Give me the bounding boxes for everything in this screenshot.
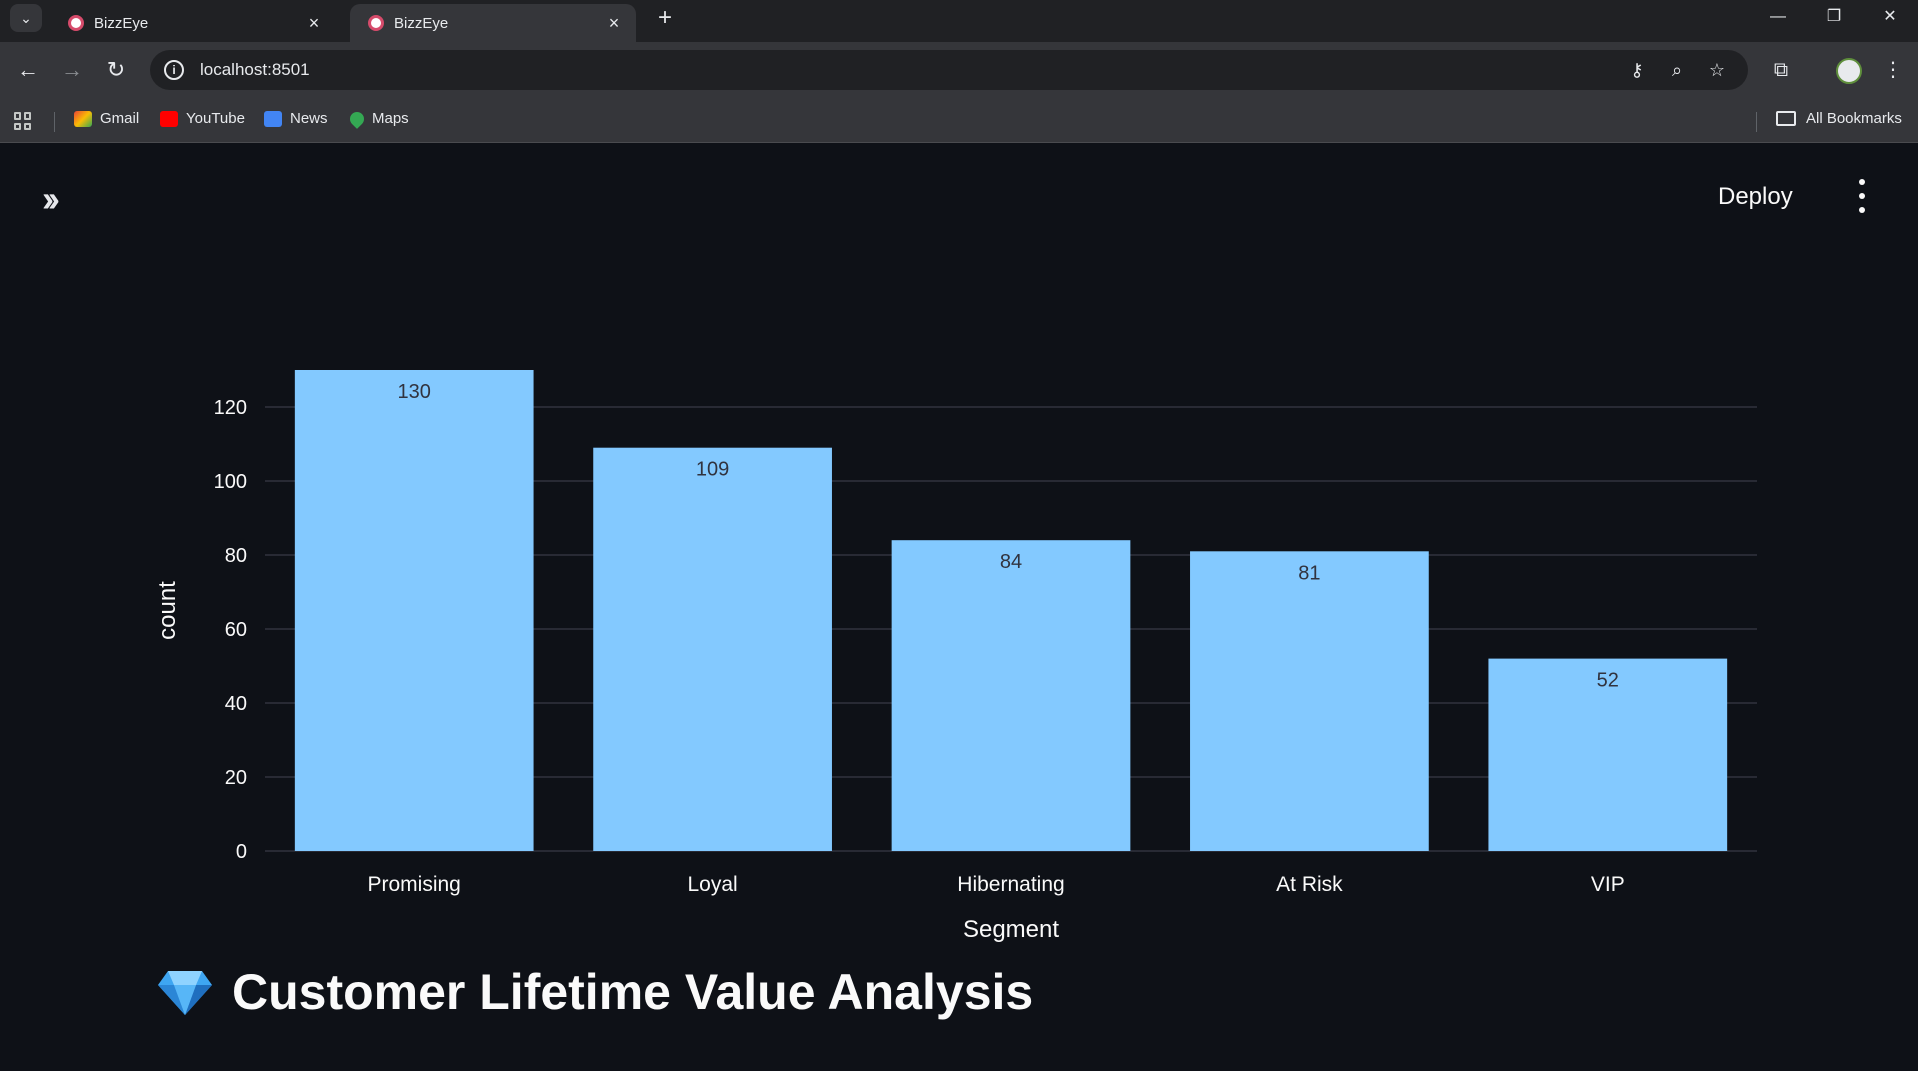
x-tick-label: Loyal <box>687 873 737 896</box>
window-close-icon[interactable]: ✕ <box>1870 2 1910 32</box>
data-label: 84 <box>1000 551 1022 573</box>
tab-1[interactable]: BizzEye × <box>50 4 336 42</box>
x-tick-label: VIP <box>1591 873 1625 896</box>
bar <box>1190 551 1429 851</box>
all-bookmarks-label: All Bookmarks <box>1806 110 1902 127</box>
data-label: 130 <box>398 381 431 403</box>
address-bar[interactable]: i localhost:8501 ⚷ ⌕ ☆ <box>150 50 1748 90</box>
forward-icon[interactable]: → <box>56 54 88 86</box>
news-icon <box>264 110 282 127</box>
bookmark-youtube[interactable]: YouTube <box>160 110 245 127</box>
apps-grid-icon[interactable] <box>14 112 32 130</box>
x-tick-label: Hibernating <box>957 873 1064 896</box>
y-tick-label: 80 <box>225 545 247 567</box>
browser-menu-icon[interactable]: ⋮ <box>1878 54 1908 86</box>
site-info-icon[interactable]: i <box>164 60 184 80</box>
password-key-icon[interactable]: ⚷ <box>1624 60 1650 81</box>
minimize-icon[interactable]: — <box>1758 2 1798 32</box>
main-menu-icon[interactable] <box>1852 179 1872 213</box>
section-title-text: Customer Lifetime Value Analysis <box>232 964 1034 1020</box>
app-favicon-icon <box>68 15 84 31</box>
y-tick-label: 40 <box>225 693 247 715</box>
tab-close-icon[interactable]: × <box>304 13 324 34</box>
expand-sidebar-icon[interactable]: ›› <box>42 181 60 217</box>
browser-toolbar: ← → ↻ i localhost:8501 ⚷ ⌕ ☆ ⧉ ⋮ <box>0 42 1918 100</box>
url-text[interactable]: localhost:8501 <box>200 60 310 80</box>
bookmark-label: Maps <box>372 110 409 127</box>
bookmark-label: News <box>290 110 328 127</box>
y-tick-label: 120 <box>214 397 247 419</box>
restore-icon[interactable]: ❐ <box>1814 2 1854 32</box>
back-icon[interactable]: ← <box>12 54 44 86</box>
profile-avatar[interactable] <box>1836 58 1862 84</box>
bookmark-gmail[interactable]: Gmail <box>74 110 139 127</box>
gem-icon <box>158 971 212 1015</box>
bookmark-label: Gmail <box>100 110 140 127</box>
youtube-icon <box>160 110 178 127</box>
bookmark-maps[interactable]: Maps <box>347 108 409 129</box>
extensions-icon[interactable]: ⧉ <box>1766 54 1796 86</box>
tab-title: BizzEye <box>394 14 449 32</box>
segment-count-bar-chart: 0 20 40 60 80 100 120 130 Promising 109 Loyal 84 Hib… <box>154 370 1757 943</box>
y-tick-label: 20 <box>225 767 247 789</box>
y-axis-title: count <box>154 581 181 640</box>
all-bookmarks-button[interactable]: All Bookmarks <box>1776 110 1902 127</box>
tab-close-icon[interactable]: × <box>604 13 624 34</box>
x-axis-title: Segment <box>963 916 1059 943</box>
section-heading: Customer Lifetime Value Analysis <box>158 963 1033 1021</box>
streamlit-app: ›› Deploy 0 20 40 60 80 100 120 130 Promising 109… <box>0 143 1918 1071</box>
bookmarks-divider <box>54 112 55 132</box>
y-tick-label: 60 <box>225 619 247 641</box>
y-tick-label: 100 <box>214 471 247 493</box>
tab-2[interactable]: BizzEye × <box>350 4 636 42</box>
y-tick-label: 0 <box>236 841 247 863</box>
maps-icon <box>347 108 367 129</box>
new-tab-button[interactable]: + <box>650 4 680 32</box>
bar <box>891 540 1131 851</box>
data-label: 109 <box>696 459 729 481</box>
bookmarks-divider <box>1756 112 1757 132</box>
app-favicon-icon <box>368 15 384 31</box>
deploy-button[interactable]: Deploy <box>1718 183 1793 211</box>
gmail-icon <box>74 110 92 127</box>
bookmark-star-icon[interactable]: ☆ <box>1704 60 1730 81</box>
bookmark-news[interactable]: News <box>264 110 328 127</box>
x-tick-label: Promising <box>368 873 461 896</box>
browser-chrome: ⌄ BizzEye × BizzEye × + — ❐ ✕ ← → ↻ i lo… <box>0 0 1918 143</box>
data-label: 81 <box>1298 562 1320 584</box>
x-tick-label: At Risk <box>1276 873 1343 896</box>
data-label: 52 <box>1597 670 1619 692</box>
bar <box>593 447 832 851</box>
bookmarks-bar: Gmail YouTube News Maps All Bookmarks <box>0 100 1918 143</box>
bar <box>294 370 534 851</box>
zoom-icon[interactable]: ⌕ <box>1664 60 1690 81</box>
reload-icon[interactable]: ↻ <box>100 54 132 86</box>
folder-icon <box>1776 111 1796 126</box>
tab-title: BizzEye <box>94 14 149 32</box>
bookmark-label: YouTube <box>186 110 245 127</box>
tab-search-button[interactable]: ⌄ <box>10 4 42 32</box>
